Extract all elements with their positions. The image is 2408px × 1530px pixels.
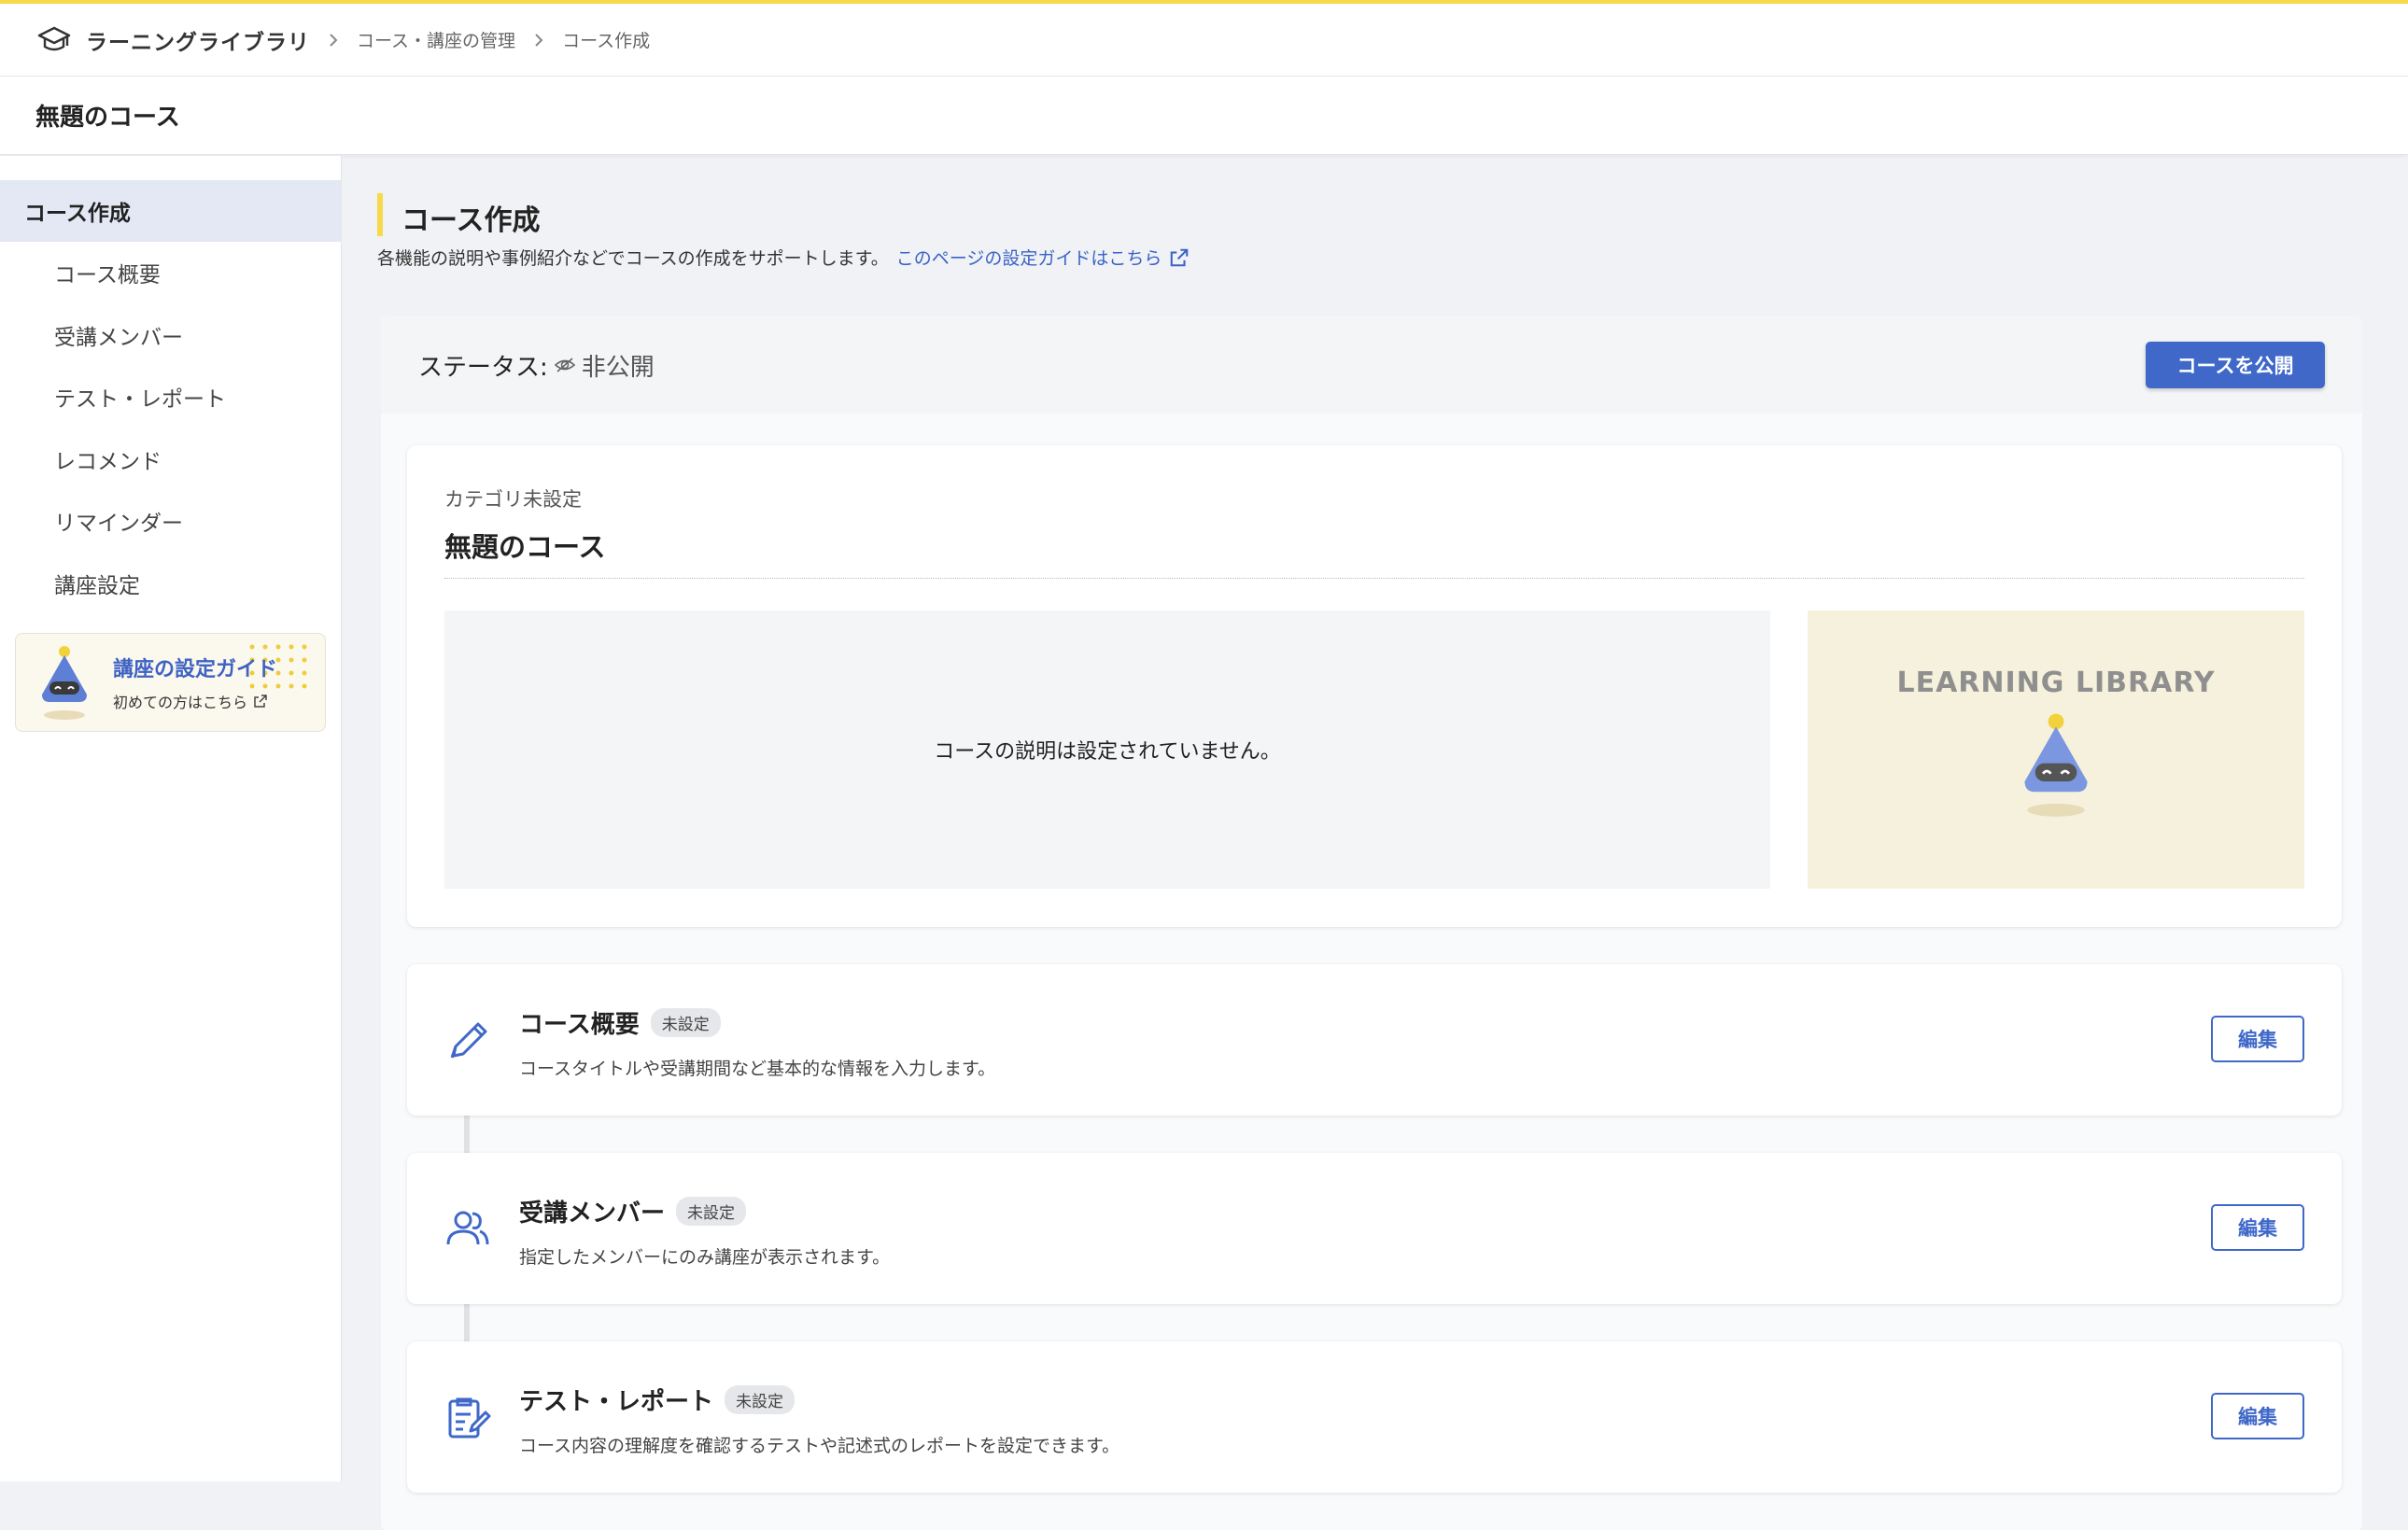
thumbnail-logo-text: LEARNING LIBRARY xyxy=(1896,667,2216,699)
step-card-overview: コース概要 未設定 コースタイトルや受講期間など基本的な情報を入力します。 編集 xyxy=(407,964,2342,1116)
status-badge: 未設定 xyxy=(676,1197,747,1226)
pencil-icon xyxy=(450,1022,487,1059)
edit-tests-button[interactable]: 編集 xyxy=(2211,1393,2304,1439)
guide-title: 講座の設定ガイド xyxy=(113,658,278,681)
sidebar-item-members[interactable]: 受講メンバー xyxy=(0,304,341,367)
step-body: コース概要 未設定 コースタイトルや受講期間など基本的な情報を入力します。 xyxy=(519,1005,995,1080)
sidebar-item-course-create[interactable]: コース作成 xyxy=(0,180,341,242)
step-title-row: テスト・レポート 未設定 xyxy=(519,1383,1120,1417)
intro-text: 各機能の説明や事例紹介などでコースの作成をサポートします。 このページの設定ガイ… xyxy=(377,245,1190,270)
setup-guide-link[interactable]: このページの設定ガイドはこちら xyxy=(896,245,1190,270)
eye-off-icon xyxy=(554,358,575,372)
title-bar: 無題のコース xyxy=(0,77,2408,155)
course-category: カテゴリ未設定 xyxy=(444,488,582,511)
sidebar-item-overview[interactable]: コース概要 xyxy=(0,242,341,304)
status-badge: 未設定 xyxy=(725,1385,796,1414)
sidebar: コース作成 コース概要 受講メンバー テスト・レポート レコメンド リマインダー… xyxy=(0,156,342,1481)
graduation-cap-icon xyxy=(35,21,73,59)
step-description: コース内容の理解度を確認するテストや記述式のレポートを設定できます。 xyxy=(519,1436,1120,1456)
heading-accent-bar xyxy=(377,193,383,236)
sidebar-item-tests[interactable]: テスト・レポート xyxy=(0,366,341,428)
course-card-title: 無題のコース xyxy=(444,531,606,563)
sidebar-item-course-settings[interactable]: 講座設定 xyxy=(0,553,341,615)
step-title: 受講メンバー xyxy=(519,1200,666,1228)
step-connector xyxy=(464,1116,470,1153)
brand-name[interactable]: ラーニングライブラリ xyxy=(86,24,310,56)
clipboard-edit-icon xyxy=(448,1397,491,1439)
chevron-right-icon xyxy=(527,28,551,52)
step-connector xyxy=(464,1304,470,1341)
status-indicator: ステータス: 非公開 xyxy=(418,348,655,383)
robot-mascot-icon xyxy=(42,646,87,720)
step-title: コース概要 xyxy=(519,1011,640,1039)
breadcrumb-current: コース作成 xyxy=(562,31,651,51)
sidebar-item-recommend[interactable]: レコメンド xyxy=(0,428,341,491)
sidebar-item-reminder[interactable]: リマインダー xyxy=(0,490,341,553)
step-description: 指定したメンバーにのみ講座が表示されます。 xyxy=(519,1247,891,1268)
page-title: 無題のコース xyxy=(35,104,180,132)
status-header: ステータス: 非公開 コースを公開 xyxy=(381,316,2362,414)
guide-subtitle-text: 初めての方はこちら xyxy=(113,694,248,711)
step-body: 受講メンバー 未設定 指定したメンバーにのみ講座が表示されます。 xyxy=(519,1194,890,1269)
step-title-row: 受講メンバー 未設定 xyxy=(519,1194,890,1228)
status-value: 非公開 xyxy=(554,348,655,383)
divider xyxy=(444,578,2304,579)
step-body: テスト・レポート 未設定 コース内容の理解度を確認するテストや記述式のレポートを… xyxy=(519,1383,1120,1457)
users-icon xyxy=(446,1211,489,1245)
section-title: コース作成 xyxy=(401,204,541,237)
breadcrumb-course-management[interactable]: コース・講座の管理 xyxy=(357,27,515,52)
step-description: コースタイトルや受講期間など基本的な情報を入力します。 xyxy=(519,1059,996,1079)
external-link-icon xyxy=(254,695,267,708)
guide-subtitle: 初めての方はこちら xyxy=(113,690,277,712)
step-card-tests: テスト・レポート 未設定 コース内容の理解度を確認するテストや記述式のレポートを… xyxy=(407,1341,2342,1493)
status-badge: 未設定 xyxy=(650,1008,721,1037)
top-bar: ラーニングライブラリ コース・講座の管理 コース作成 xyxy=(0,0,2408,77)
course-summary-card: カテゴリ未設定 無題のコース コースの説明は設定されていません。 LEARNIN… xyxy=(407,445,2342,927)
course-description: コースの説明は設定されていません。 xyxy=(444,611,1770,889)
edit-overview-button[interactable]: 編集 xyxy=(2211,1016,2304,1062)
step-card-members: 受講メンバー 未設定 指定したメンバーにのみ講座が表示されます。 編集 xyxy=(407,1153,2342,1304)
step-title: テスト・レポート xyxy=(519,1388,714,1416)
status-value-text: 非公開 xyxy=(581,353,655,382)
step-title-row: コース概要 未設定 xyxy=(519,1005,995,1040)
setup-guide-card[interactable]: 講座の設定ガイド 初めての方はこちら xyxy=(15,633,326,732)
course-thumbnail: LEARNING LIBRARY xyxy=(1808,611,2304,889)
intro-description: 各機能の説明や事例紹介などでコースの作成をサポートします。 xyxy=(377,248,889,269)
setup-guide-link-text[interactable]: このページの設定ガイドはこちら xyxy=(896,245,1162,270)
robot-mascot-icon xyxy=(2024,713,2088,817)
external-link-icon xyxy=(1171,248,1189,266)
chevron-right-icon xyxy=(321,28,345,52)
publish-course-button[interactable]: コースを公開 xyxy=(2146,342,2325,388)
course-description-text: コースの説明は設定されていません。 xyxy=(934,740,1281,764)
status-label: ステータス: xyxy=(418,353,548,382)
edit-members-button[interactable]: 編集 xyxy=(2211,1204,2304,1251)
